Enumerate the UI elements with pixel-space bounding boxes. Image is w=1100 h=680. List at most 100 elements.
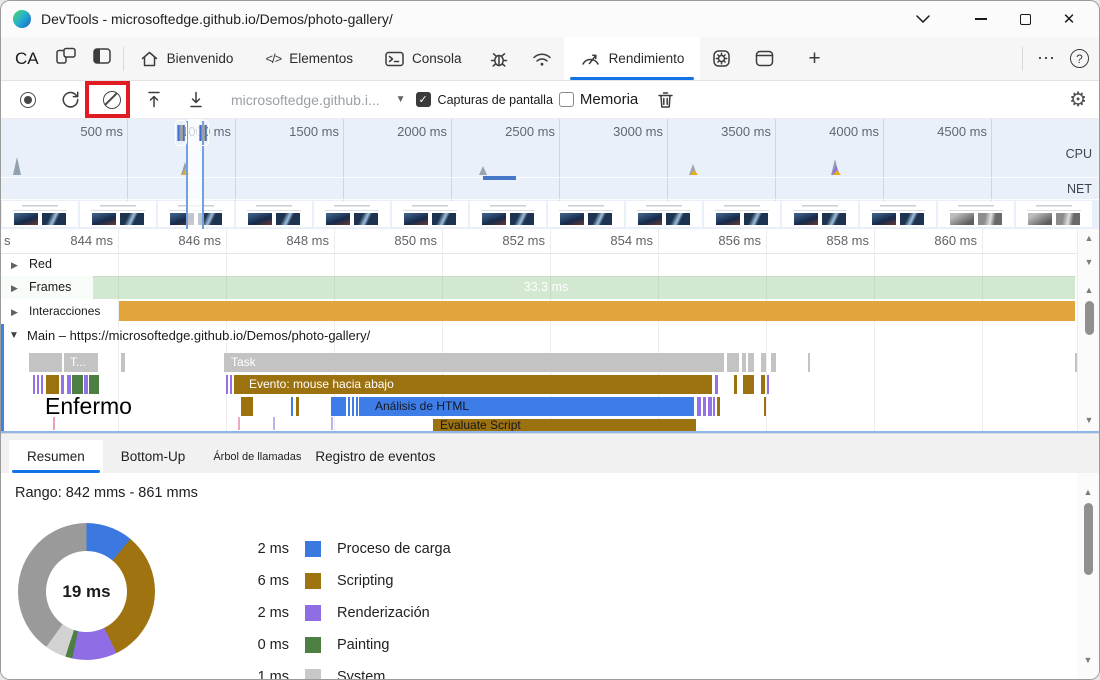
record-button[interactable] xyxy=(13,85,43,115)
overview-tick: 2000 ms xyxy=(377,124,447,139)
tab-layers[interactable] xyxy=(743,37,786,80)
filmstrip-frame[interactable] xyxy=(782,201,858,227)
memory-checkbox[interactable] xyxy=(559,92,574,107)
selection-handle-left[interactable] xyxy=(175,120,187,146)
detail-tick: 856 ms xyxy=(687,233,761,248)
filmstrip-frame[interactable] xyxy=(392,201,468,227)
detail-scrollbar[interactable]: ▲ ▼ ▲ ▼ xyxy=(1077,229,1099,433)
detail-tick: 852 ms xyxy=(471,233,545,248)
scroll-down-icon[interactable]: ▼ xyxy=(1078,415,1099,425)
devtools-tab-bar: CA Bienvenido </> Elementos Consola xyxy=(1,37,1099,81)
expand-network-icon[interactable]: ▶ xyxy=(11,260,18,271)
detail-tick: 858 ms xyxy=(795,233,869,248)
overview-tick: 4000 ms xyxy=(809,124,879,139)
filmstrip-frame[interactable] xyxy=(1016,201,1092,227)
divider xyxy=(1022,47,1023,71)
expand-frames-icon[interactable]: ▶ xyxy=(11,283,18,294)
evaluate-script-bar[interactable]: Evaluate Script xyxy=(433,419,696,432)
tab-bottom-up[interactable]: Bottom-Up xyxy=(103,440,204,473)
filmstrip-frame[interactable] xyxy=(704,201,780,227)
scrollbar-thumb[interactable] xyxy=(1085,301,1094,335)
ruler-unit: s xyxy=(4,233,11,248)
capture-settings-icon[interactable]: ⚙ xyxy=(1069,87,1087,112)
scrollbar-thumb[interactable] xyxy=(1084,503,1093,575)
overview-tick: 3000 ms xyxy=(593,124,663,139)
trash-icon xyxy=(657,91,674,109)
range-label: Rango: 842 mms - 861 mms xyxy=(15,485,198,501)
chevron-down-icon xyxy=(917,16,929,22)
tab-event-log[interactable]: Registro de eventos xyxy=(311,440,453,473)
selection-handle-right[interactable] xyxy=(197,120,209,146)
scroll-up-icon[interactable]: ▲ xyxy=(1078,233,1099,243)
tab-elements[interactable]: </> Elementos xyxy=(249,37,369,80)
legend-row: 2 ms Proceso de carga xyxy=(227,533,451,565)
performance-toolbar: microsoftedge.github.i... ▼ ✓ Capturas d… xyxy=(1,81,1099,119)
parse-html-bar[interactable]: Análisis de HTML xyxy=(359,397,694,416)
filmstrip-frame[interactable] xyxy=(236,201,312,227)
clear-button[interactable] xyxy=(97,85,127,115)
scroll-down-icon[interactable]: ▼ xyxy=(1078,257,1099,267)
chip-gear-icon xyxy=(712,49,731,68)
save-profile-button[interactable] xyxy=(181,85,211,115)
scroll-down-icon[interactable]: ▼ xyxy=(1077,655,1099,665)
scroll-up-icon[interactable]: ▲ xyxy=(1077,487,1099,497)
screenshots-checkbox[interactable]: ✓ xyxy=(416,92,431,107)
timeline-overview[interactable]: 500 ms 1000 ms 1500 ms 2000 ms 2500 ms 3… xyxy=(1,119,1099,229)
filmstrip-frame[interactable] xyxy=(2,201,78,227)
total-time: 19 ms xyxy=(62,582,110,602)
title-bar: DevTools - microsoftedge.github.io/Demos… xyxy=(1,1,1099,37)
maximize-icon xyxy=(1020,14,1031,25)
summary-pane: Rango: 842 mms - 861 mms 19 ms 2 ms Proc… xyxy=(1,473,1099,680)
inspect-badge[interactable]: CA xyxy=(15,49,39,69)
tab-console[interactable]: Consola xyxy=(369,37,478,80)
timeline-detail[interactable]: s 844 ms 846 ms 848 ms 850 ms 852 ms 854… xyxy=(1,229,1099,433)
overview-tick: 4500 ms xyxy=(917,124,987,139)
task-bar[interactable]: Task xyxy=(224,353,724,372)
more-options-icon[interactable]: ⋯ xyxy=(1027,48,1066,69)
filmstrip-frame[interactable] xyxy=(548,201,624,227)
devtools-window: DevTools - microsoftedge.github.io/Demos… xyxy=(0,0,1100,680)
help-icon[interactable]: ? xyxy=(1070,49,1089,68)
selected-track-indicator xyxy=(1,324,4,431)
device-emulation-icon[interactable] xyxy=(55,47,77,70)
network-track-label: Red xyxy=(29,257,52,271)
tab-network-conditions[interactable] xyxy=(520,37,564,80)
detail-tick: 844 ms xyxy=(39,233,113,248)
legend-row: 2 ms Renderización xyxy=(227,597,451,629)
upload-icon xyxy=(146,90,162,109)
scroll-up-icon[interactable]: ▲ xyxy=(1078,285,1099,295)
detail-tick: 850 ms xyxy=(363,233,437,248)
minimize-button[interactable] xyxy=(959,4,1003,34)
load-profile-button[interactable] xyxy=(139,85,169,115)
tab-cpu-profiler[interactable] xyxy=(700,37,743,80)
filmstrip-frame[interactable] xyxy=(626,201,702,227)
summary-scrollbar[interactable]: ▲ ▼ xyxy=(1077,473,1099,680)
close-button[interactable]: ✕ xyxy=(1047,4,1091,34)
event-bar[interactable]: Evento: mouse hacia abajo xyxy=(234,375,712,394)
tab-call-tree[interactable]: Árbol de llamadas xyxy=(203,440,311,473)
more-tabs-button[interactable]: + xyxy=(786,37,842,80)
tab-performance[interactable]: Rendimiento xyxy=(564,37,701,80)
legend-swatch xyxy=(305,669,321,680)
overview-tick: 500 ms xyxy=(53,124,123,139)
interaction-bar[interactable] xyxy=(119,301,1075,321)
filmstrip-frame[interactable] xyxy=(314,201,390,227)
dock-side-icon[interactable] xyxy=(93,48,111,69)
filmstrip-frame[interactable] xyxy=(938,201,1014,227)
maximize-button[interactable] xyxy=(1003,4,1047,34)
filmstrip-frame[interactable] xyxy=(80,201,156,227)
collapse-main-icon[interactable]: ▼ xyxy=(9,330,19,341)
profile-select[interactable]: microsoftedge.github.i... ▼ xyxy=(231,92,406,108)
expand-interactions-icon[interactable]: ▶ xyxy=(11,307,18,318)
garbage-collect-button[interactable] xyxy=(650,85,680,115)
filmstrip-frame[interactable] xyxy=(860,201,936,227)
bug-icon xyxy=(490,50,508,68)
dock-chevron-button[interactable] xyxy=(901,4,945,34)
task-bar[interactable]: T... xyxy=(64,353,98,372)
filmstrip-frame[interactable] xyxy=(470,201,546,227)
tab-summary[interactable]: Resumen xyxy=(9,440,103,473)
tab-issues[interactable] xyxy=(478,37,520,80)
tab-welcome[interactable]: Bienvenido xyxy=(124,37,250,80)
reload-and-record-button[interactable] xyxy=(55,85,85,115)
detail-tick: 860 ms xyxy=(903,233,977,248)
